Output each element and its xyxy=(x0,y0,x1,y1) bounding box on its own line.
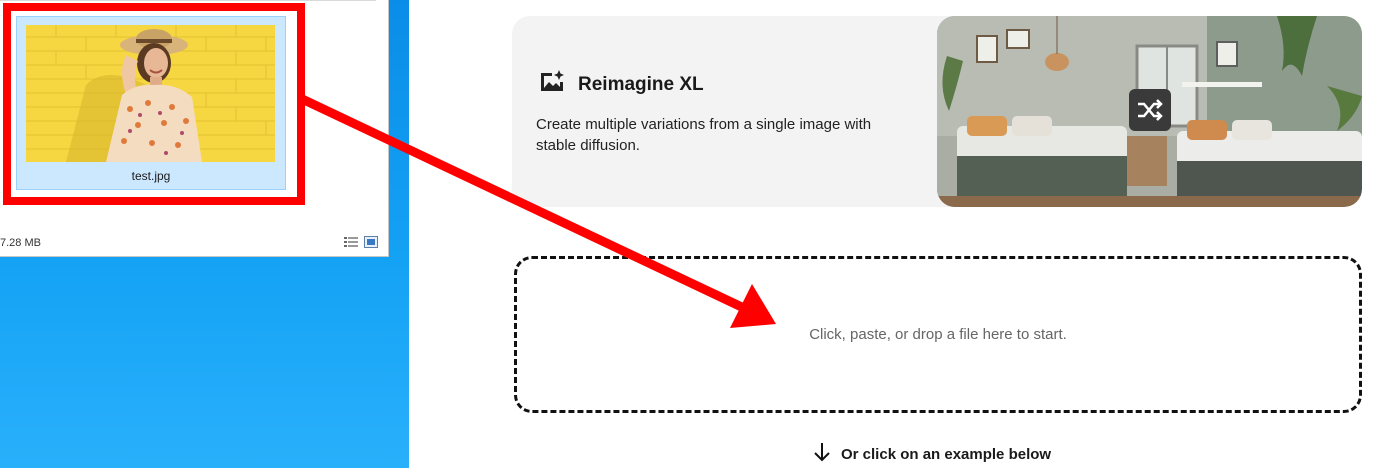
bedroom-preview-image xyxy=(937,16,1362,207)
selection-size: 7.28 MB xyxy=(0,237,41,249)
arrow-down-icon xyxy=(813,442,831,467)
large-icons-view-icon[interactable] xyxy=(364,236,378,248)
highlight-rectangle xyxy=(3,3,305,205)
shuffle-icon xyxy=(1129,89,1171,131)
dropzone-instructions: Click, paste, or drop a file here to sta… xyxy=(809,326,1067,343)
window-divider xyxy=(0,0,376,1)
examples-prompt-text: Or click on an example below xyxy=(841,446,1052,463)
details-view-icon[interactable] xyxy=(344,236,358,248)
file-dropzone[interactable]: Click, paste, or drop a file here to sta… xyxy=(514,256,1362,413)
tool-card-reimagine-xl[interactable]: Reimagine XL Create multiple variations … xyxy=(512,16,1362,207)
file-explorer-window: test.jpg 7.28 MB xyxy=(0,0,389,257)
tool-description: Create multiple variations from a single… xyxy=(536,116,872,154)
examples-prompt[interactable]: Or click on an example below xyxy=(813,442,1051,467)
image-sparkle-icon xyxy=(538,69,566,100)
status-bar: 7.28 MB xyxy=(0,233,388,253)
tool-title: Reimagine XL xyxy=(578,73,704,95)
